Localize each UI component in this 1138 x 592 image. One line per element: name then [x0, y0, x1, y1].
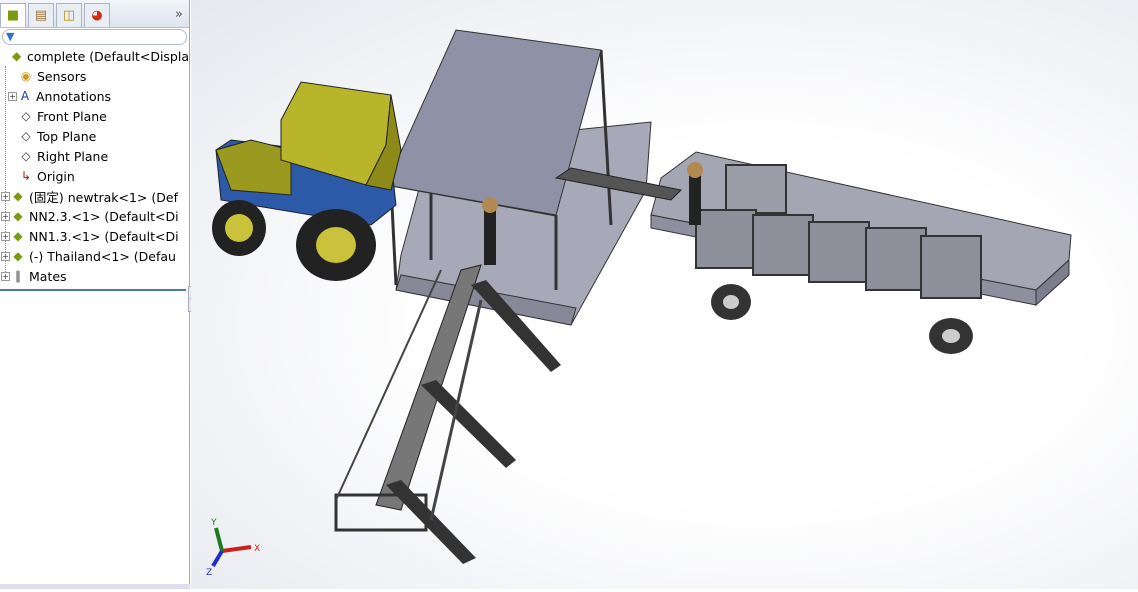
tree-item-label: Annotations [36, 88, 112, 104]
display-manager-tab[interactable]: ◕ [84, 3, 110, 27]
tree-item-label: Right Plane [37, 148, 109, 164]
z-axis-arrow [211, 549, 224, 568]
expand-toggle[interactable]: + [1, 251, 10, 261]
feature-manager-icon: ■ [6, 8, 20, 23]
plane-icon: ◇ [21, 109, 31, 123]
tree-item-label: Sensors [37, 68, 87, 84]
tree-item[interactable]: ◆ complete (Default<Displa [0, 46, 189, 66]
filter-icon: ▼ [6, 30, 15, 43]
tree-item-label: NN1.3.<1> (Default<Di [29, 228, 179, 244]
display-manager-icon: ◕ [91, 8, 103, 23]
tree-item-label: (固定) newtrak<1> (Def [29, 189, 178, 205]
horizontal-scrollbar[interactable] [0, 584, 190, 589]
assembly-icon: ◆ [11, 49, 22, 63]
mates-icon: ∥ [15, 269, 21, 283]
property-manager-tab[interactable]: ▤ [28, 3, 54, 27]
feature-manager-tab[interactable]: ■ [0, 3, 26, 27]
z-axis-label: Z [206, 568, 212, 578]
origin-icon: ↳ [20, 169, 32, 183]
tree-item-label: Origin [37, 168, 75, 184]
subassembly-icon: ◆ [13, 189, 23, 203]
plane-icon: ◇ [21, 129, 31, 143]
feature-tree: ◆ complete (Default<Displa ◉ Sensors + A Annot… [0, 46, 189, 286]
tree-item-label: NN2.3.<1> (Default<Di [29, 208, 179, 224]
tree-item[interactable]: ◉ Sensors [0, 66, 189, 86]
configuration-manager-tab[interactable]: ◫ [56, 3, 82, 27]
tree-item-label: complete (Default<Displa [26, 48, 189, 64]
view-triad: X Y Z [206, 518, 260, 578]
tree-item[interactable]: + ◆ (-) Thailand<1> (Defau [0, 246, 189, 266]
expand-toggle[interactable]: + [1, 231, 10, 241]
expand-toggle[interactable]: + [1, 211, 10, 221]
panel-tabs: ■ ▤ ◫ ◕ » [0, 0, 189, 28]
tree-item[interactable]: + ∥ Mates [0, 266, 189, 286]
x-axis-label: X [254, 544, 260, 554]
filter-box[interactable]: ▼ [2, 29, 187, 45]
tree-item[interactable]: + ◆ NN1.3.<1> (Default<Di [0, 226, 189, 246]
tree-item-label: (-) Thailand<1> (Defau [29, 248, 176, 264]
tree-item[interactable]: ◇ Right Plane [0, 146, 189, 166]
tree-item[interactable]: + A Annotations [0, 86, 189, 106]
configuration-manager-icon: ◫ [62, 8, 76, 23]
plane-icon: ◇ [21, 149, 31, 163]
x-axis-arrow [221, 545, 252, 553]
feature-manager-panel: ■ ▤ ◫ ◕ » ▼ ◆ complete (Default<Displa ◉ Se… [0, 0, 190, 589]
tree-item-label: Top Plane [37, 128, 97, 144]
subassembly-icon: ◆ [13, 209, 23, 223]
assembly-model: X Y Z [206, 29, 1072, 578]
tree-item[interactable]: + ◆ NN2.3.<1> (Default<Di [0, 206, 189, 226]
property-manager-icon: ▤ [34, 8, 48, 23]
expand-toggle[interactable]: + [1, 271, 10, 281]
tree-item-label: Front Plane [37, 108, 107, 124]
expand-toggle[interactable]: + [1, 191, 10, 201]
graphics-viewport[interactable]: X Y Z [191, 0, 1138, 589]
expand-panel-button[interactable]: » [175, 7, 183, 22]
expand-toggle[interactable]: + [8, 91, 17, 101]
subassembly-icon: ◆ [13, 249, 23, 263]
y-axis-arrow [214, 527, 224, 552]
tree-divider [0, 289, 186, 291]
tree-item[interactable]: ◇ Front Plane [0, 106, 189, 126]
annotations-folder-icon: A [20, 89, 30, 103]
tree-item[interactable]: + ◆ (固定) newtrak<1> (Def [0, 186, 189, 206]
sensors-folder-icon: ◉ [20, 69, 32, 83]
tree-item[interactable]: ↳ Origin [0, 166, 189, 186]
subassembly-icon: ◆ [13, 229, 23, 243]
tree-item[interactable]: ◇ Top Plane [0, 126, 189, 146]
tree-item-label: Mates [29, 268, 67, 284]
y-axis-label: Y [210, 518, 217, 528]
tractor [212, 81, 402, 281]
